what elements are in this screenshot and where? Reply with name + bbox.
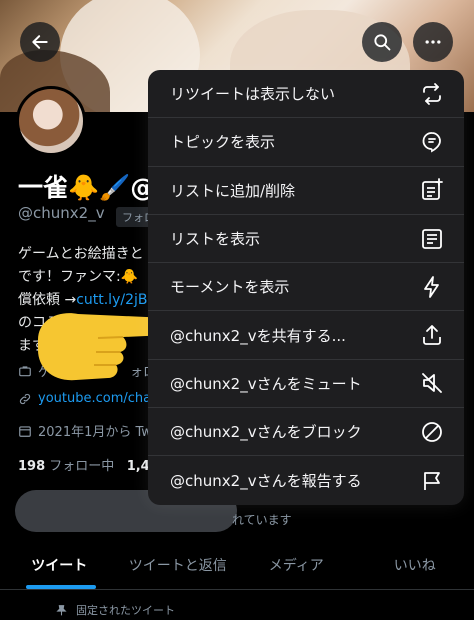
tab-tweets[interactable]: ツイート	[0, 540, 119, 589]
topic-icon	[420, 130, 444, 154]
menu-item-label: モーメントを表示	[170, 278, 290, 297]
list-icon	[420, 227, 444, 251]
menu-item-view-lists[interactable]: リストを表示	[148, 215, 464, 264]
lightning-icon	[420, 275, 444, 299]
more-dots-icon	[425, 40, 441, 44]
menu-item-add-remove-list[interactable]: リストに追加/削除	[148, 167, 464, 215]
pin-icon	[56, 604, 67, 615]
back-button[interactable]	[20, 22, 60, 62]
menu-item-mute-user[interactable]: @chunx2_vさんをミュート	[148, 360, 464, 409]
user-handle: @chunx2_v	[18, 204, 105, 222]
menu-item-label: @chunx2_vを共有する...	[170, 326, 346, 345]
more-options-button[interactable]	[413, 22, 453, 62]
menu-item-share-profile[interactable]: @chunx2_vを共有する...	[148, 311, 464, 360]
menu-item-label: @chunx2_vさんを報告する	[170, 472, 362, 491]
profile-joined-date: 2021年1月から Twi	[18, 421, 156, 440]
menu-item-report-user[interactable]: @chunx2_vさんを報告する	[148, 456, 464, 504]
list-add-icon	[420, 178, 444, 202]
menu-item-view-topics[interactable]: トピックを表示	[148, 118, 464, 167]
retweet-icon	[420, 82, 444, 106]
profile-tabs: ツイート ツイートと返信 メディア いいね	[0, 540, 474, 590]
display-name: 一雀🐥🖌️@	[18, 173, 156, 202]
menu-item-block-user[interactable]: @chunx2_vさんをブロック	[148, 408, 464, 457]
menu-item-label: リストを表示	[170, 230, 261, 249]
bio-line: ゲームとお絵描きと	[18, 246, 144, 262]
follow-counts[interactable]: 198 フォロー中 1,418	[18, 455, 168, 474]
menu-item-label: @chunx2_vさんをミュート	[170, 374, 362, 393]
pinned-tweet-label: 固定されたツイート	[55, 602, 175, 618]
avatar[interactable]	[16, 86, 86, 156]
tab-media[interactable]: メディア	[237, 540, 356, 589]
search-icon	[374, 34, 391, 51]
profile-website[interactable]: youtube.com/char	[18, 391, 156, 406]
menu-item-label: リツイートは表示しない	[170, 85, 336, 104]
context-menu: リツイートは表示しない トピックを表示 リストに追加/削除 リストを表示 モーメ…	[148, 70, 464, 505]
search-button[interactable]	[362, 22, 402, 62]
menu-item-label: @chunx2_vさんをブロック	[170, 423, 362, 442]
bio-line: です！ファンマ:🐥	[18, 269, 139, 285]
link-icon	[19, 393, 31, 404]
tab-likes[interactable]: いいね	[356, 540, 474, 589]
mute-icon	[420, 371, 444, 395]
share-icon	[420, 323, 444, 347]
menu-item-hide-retweets[interactable]: リツイートは表示しない	[148, 70, 464, 119]
report-flag-icon	[420, 469, 444, 493]
menu-item-label: リストに追加/削除	[170, 181, 296, 200]
menu-item-label: トピックを表示	[170, 133, 276, 152]
tab-tweets-and-replies[interactable]: ツイートと返信	[119, 540, 238, 589]
block-icon	[420, 420, 444, 444]
calendar-icon	[19, 425, 31, 437]
menu-item-view-moments[interactable]: モーメントを表示	[148, 263, 464, 312]
followed-by-text: れています	[232, 513, 292, 527]
back-arrow-icon	[32, 35, 48, 49]
